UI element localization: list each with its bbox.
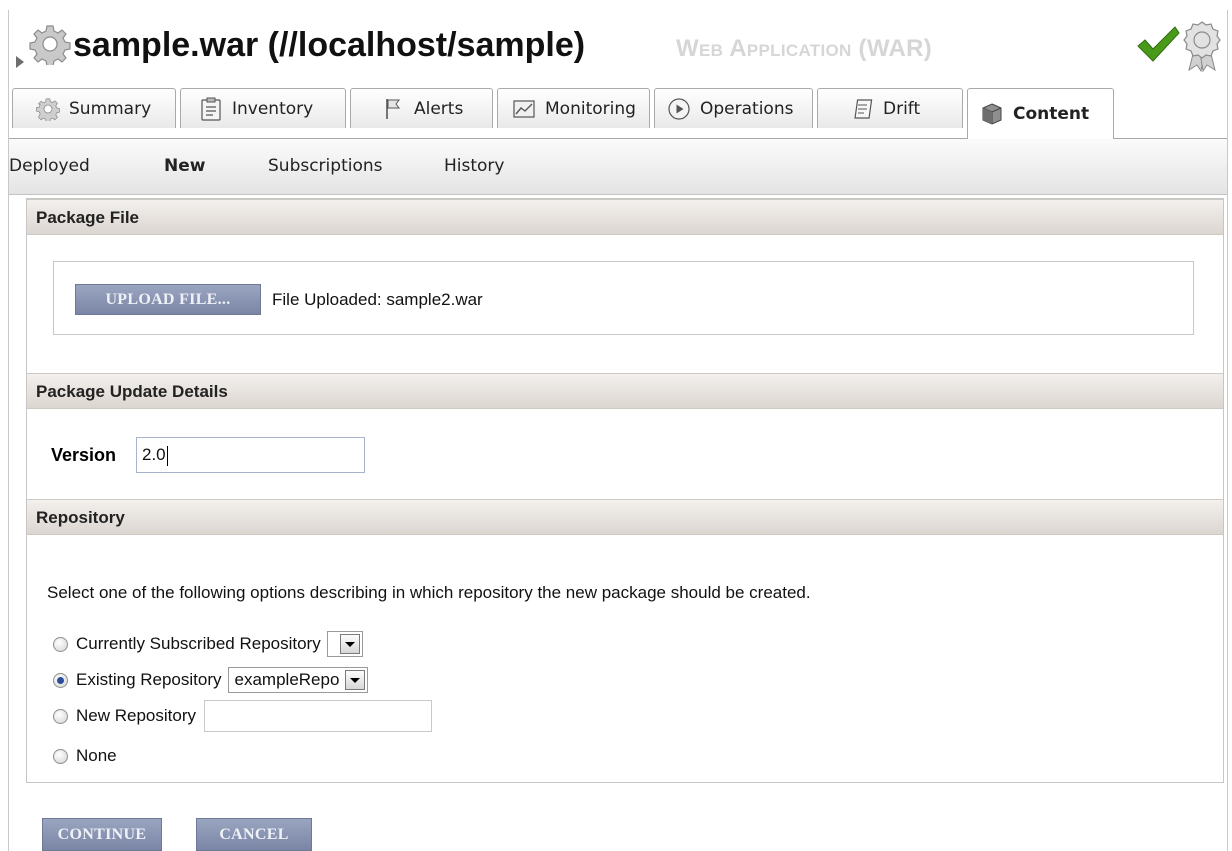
radio-currently-subscribed[interactable] (53, 636, 68, 652)
upload-file-button[interactable]: UPLOAD FILE... (75, 284, 261, 315)
chevron-down-icon[interactable] (345, 670, 366, 690)
option-new-repository[interactable]: New Repository (53, 700, 432, 732)
option-existing-repository-label: Existing Repository (76, 670, 222, 689)
tab-summary[interactable]: Summary (12, 88, 176, 128)
gear-icon (36, 97, 60, 121)
resource-frame: sample.war (//localhost/sample) Web Appl… (8, 10, 1228, 851)
flag-icon (386, 98, 400, 119)
clipboard-icon (201, 97, 221, 121)
cancel-button[interactable]: CANCEL (196, 818, 312, 851)
option-currently-subscribed-label: Currently Subscribed Repository (76, 634, 321, 653)
tab-summary-label: Summary (69, 98, 152, 119)
resource-tabs: Summary Inventory Alerts Monitoring Oper… (9, 88, 1227, 139)
option-currently-subscribed[interactable]: Currently Subscribed Repository (53, 630, 363, 658)
resource-header: sample.war (//localhost/sample) Web Appl… (9, 10, 1227, 88)
tab-drift-label: Drift (883, 98, 921, 119)
tab-inventory[interactable]: Inventory (180, 88, 346, 128)
tab-alerts-label: Alerts (414, 98, 464, 119)
repository-heading: Repository (27, 499, 1223, 535)
new-repository-input[interactable] (204, 700, 432, 732)
checkmark-icon (1137, 26, 1180, 62)
tab-drift[interactable]: Drift (817, 88, 963, 128)
existing-repository-value: exampleRepo (234, 670, 340, 689)
subscribed-repository-select[interactable] (326, 631, 363, 657)
box-icon (982, 103, 1002, 125)
continue-button[interactable]: CONTINUE (42, 818, 162, 851)
tab-operations[interactable]: Operations (654, 88, 813, 128)
text-cursor (166, 445, 168, 466)
play-icon (668, 97, 690, 120)
package-update-details-heading: Package Update Details (27, 373, 1223, 409)
version-value: 2.0 (142, 445, 166, 464)
tab-monitoring[interactable]: Monitoring (497, 88, 650, 128)
option-none[interactable]: None (53, 742, 117, 770)
version-label: Version (51, 445, 117, 465)
tab-content-label: Content (1013, 104, 1090, 124)
package-file-box: UPLOAD FILE... File Uploaded: sample2.wa… (53, 261, 1194, 335)
tab-inventory-label: Inventory (232, 98, 314, 119)
resource-type-label: Web Application (WAR) (676, 35, 933, 62)
version-input[interactable]: 2.0 (136, 437, 365, 473)
subtab-deployed[interactable]: Deployed (9, 139, 90, 194)
collapse-arrow-icon[interactable] (16, 56, 24, 68)
option-existing-repository[interactable]: Existing Repository exampleRepo (53, 666, 369, 694)
existing-repository-select[interactable]: exampleRepo (227, 667, 369, 693)
gear-icon (29, 25, 71, 65)
award-icon (1183, 21, 1221, 72)
content-form-panel: Package File UPLOAD FILE... File Uploade… (26, 198, 1224, 783)
package-file-heading: Package File (27, 199, 1223, 235)
tab-monitoring-label: Monitoring (545, 98, 636, 119)
option-new-repository-label: New Repository (76, 706, 196, 725)
repository-description: Select one of the following options desc… (47, 583, 811, 602)
tab-alerts[interactable]: Alerts (350, 88, 493, 128)
tab-operations-label: Operations (700, 98, 794, 119)
subtab-subscriptions[interactable]: Subscriptions (268, 139, 382, 194)
radio-none[interactable] (53, 748, 68, 764)
document-icon (854, 98, 873, 119)
subtab-new[interactable]: New (164, 139, 205, 194)
chart-icon (513, 99, 535, 118)
chevron-down-icon[interactable] (339, 634, 360, 654)
page-title: sample.war (//localhost/sample) (73, 26, 586, 64)
content-subtabs: Deployed New Subscriptions History (9, 139, 1227, 195)
option-none-label: None (76, 746, 117, 765)
subtab-history[interactable]: History (444, 139, 504, 194)
tab-content[interactable]: Content (967, 88, 1114, 139)
radio-new-repository[interactable] (53, 708, 68, 724)
radio-existing-repository[interactable] (53, 672, 68, 688)
upload-status-text: File Uploaded: sample2.war (272, 290, 483, 309)
